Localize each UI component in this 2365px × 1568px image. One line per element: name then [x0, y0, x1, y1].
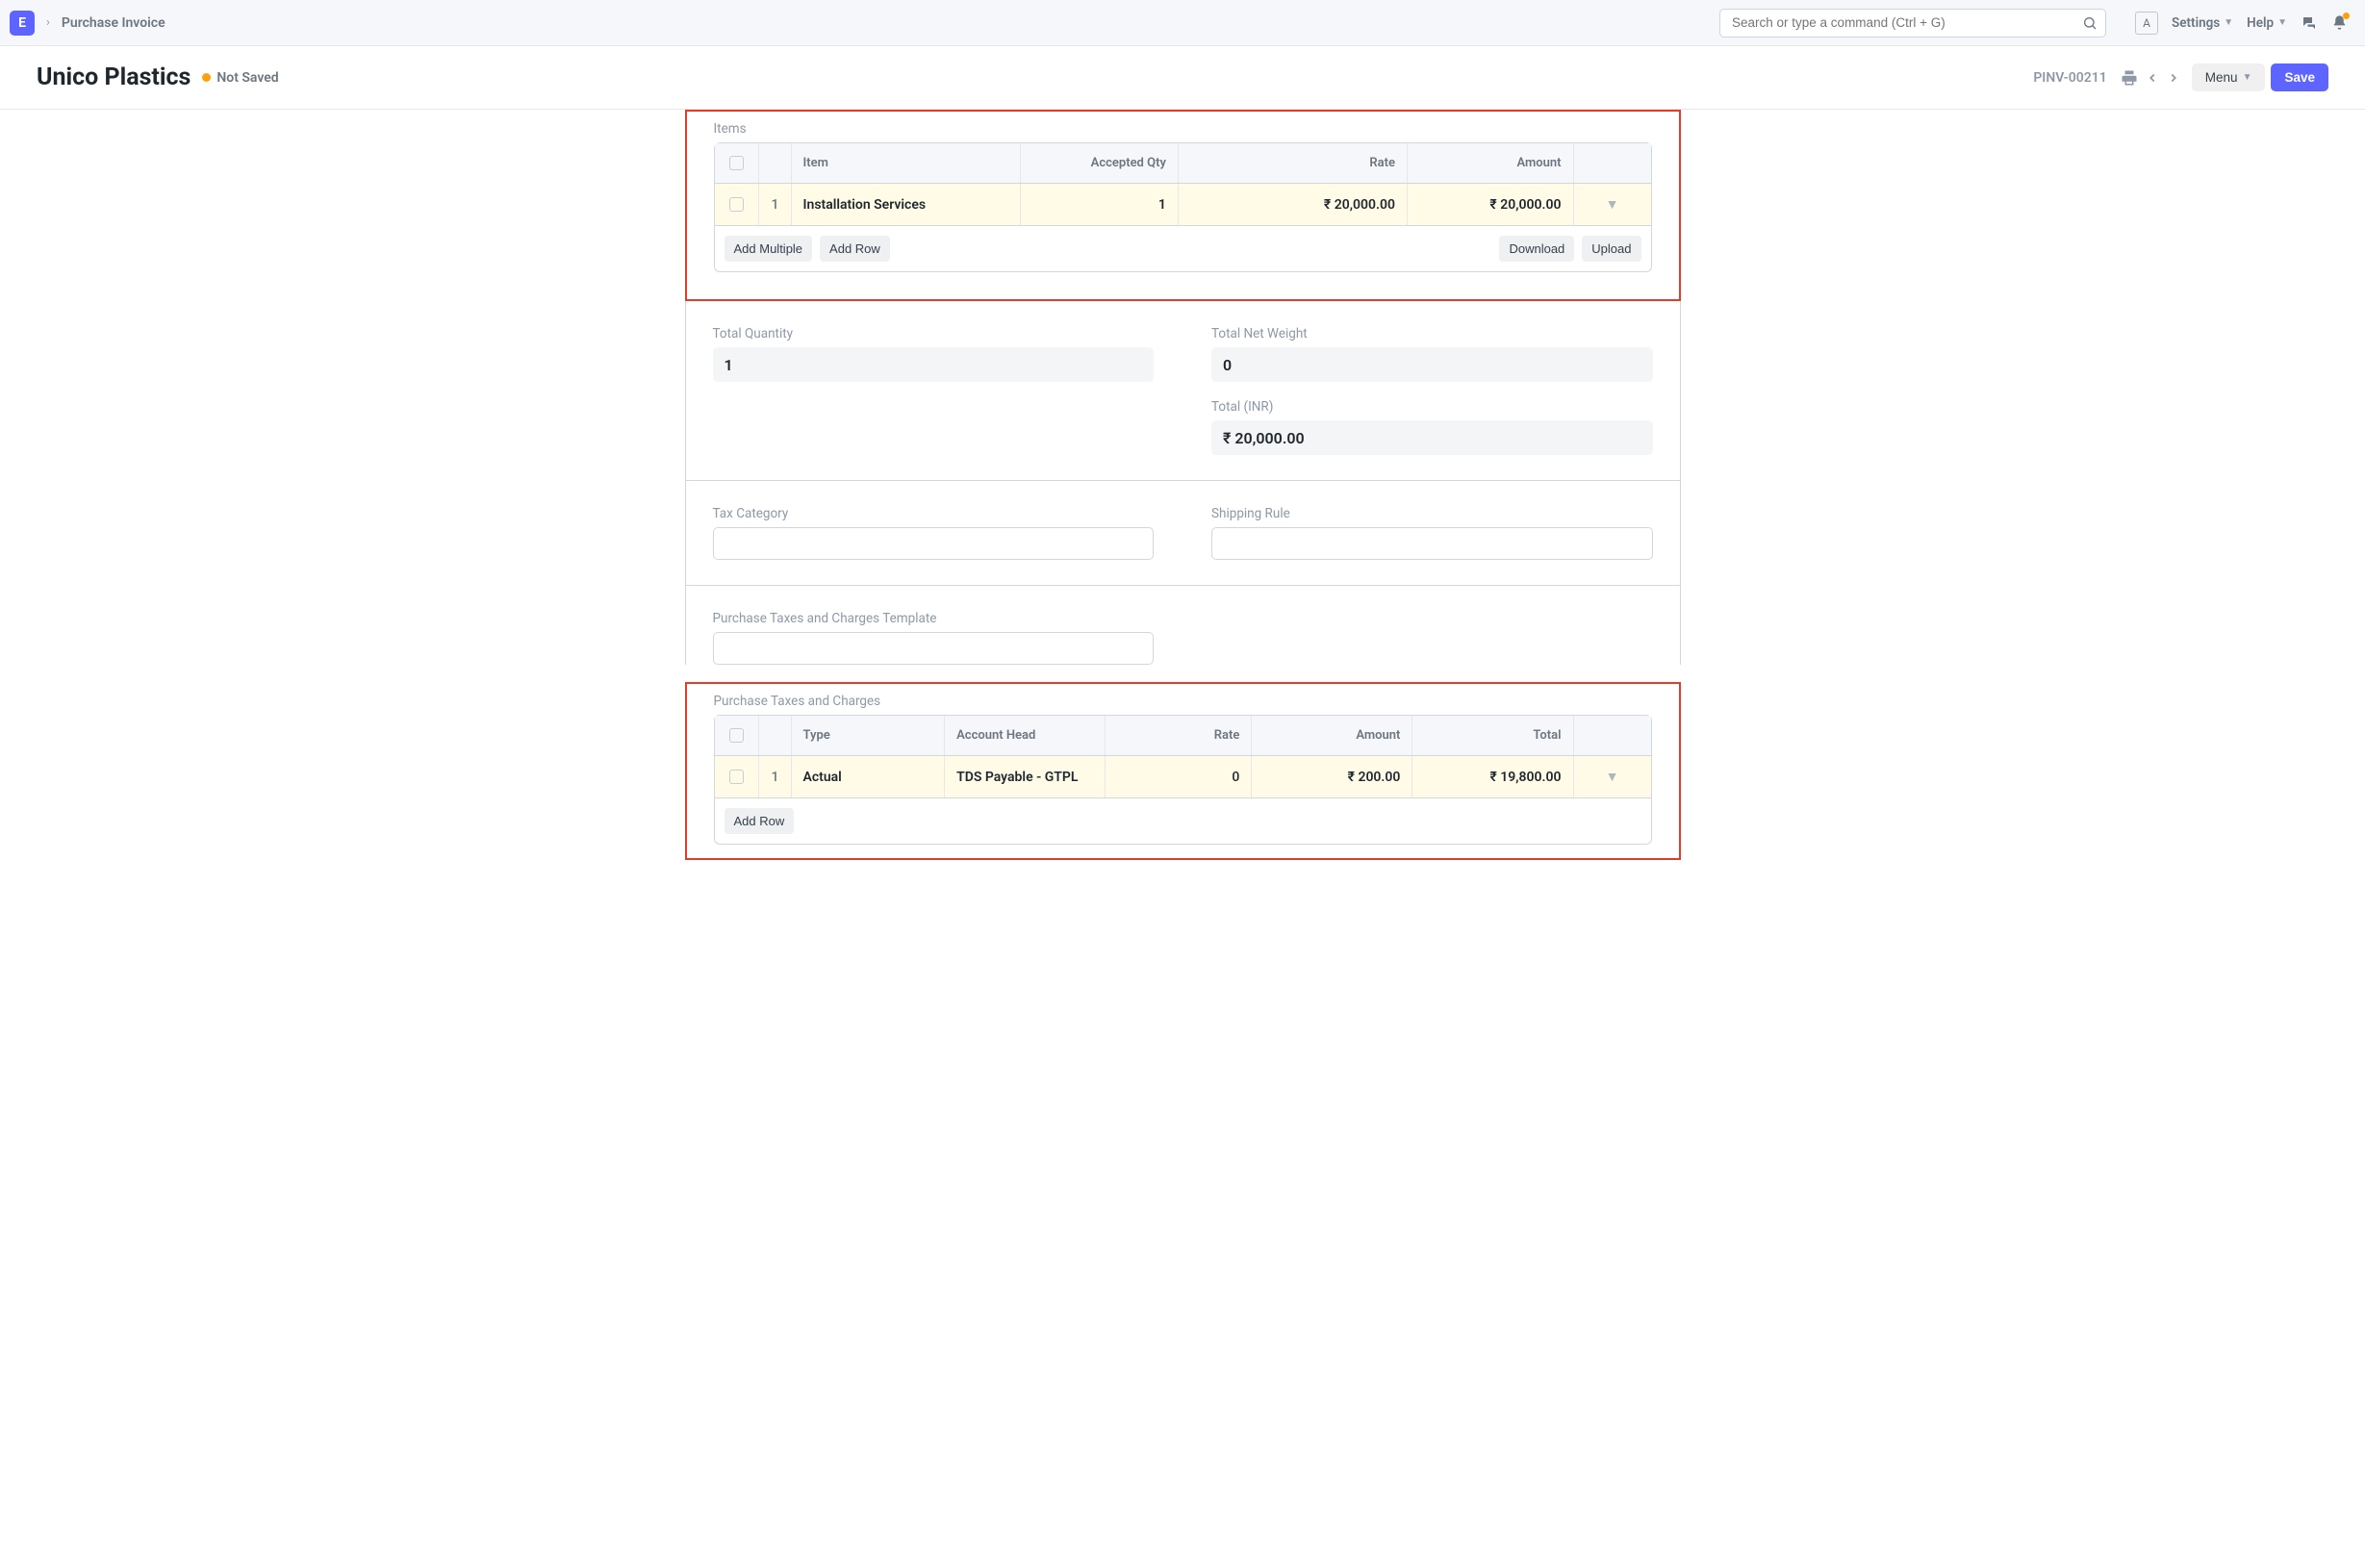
download-button[interactable]: Download [1499, 236, 1574, 262]
taxes-grid-actions: Add Row [715, 798, 1651, 844]
chat-icon[interactable] [2301, 14, 2318, 32]
row-index: 1 [759, 184, 792, 225]
net-weight-label: Total Net Weight [1211, 326, 1653, 341]
tax-total-header: Total [1412, 716, 1573, 755]
items-section-highlight: Items Item Accepted Qty Rate Amount 1 In… [685, 110, 1681, 301]
total-inr-label: Total (INR) [1211, 399, 1653, 415]
row-actions-header [1574, 716, 1651, 755]
caret-down-icon: ▼ [2243, 72, 2252, 83]
add-row-button[interactable]: Add Row [725, 808, 795, 834]
taxes-template-input[interactable] [713, 632, 1155, 665]
row-actions-header [1574, 143, 1651, 183]
net-weight-value: 0 [1211, 347, 1653, 382]
taxes-table: Type Account Head Rate Amount Total 1 Ac… [714, 715, 1652, 845]
caret-down-icon: ▼ [2277, 17, 2287, 28]
rate-cell[interactable]: ₹ 20,000.00 [1179, 184, 1408, 225]
index-header [759, 143, 792, 183]
upload-button[interactable]: Upload [1582, 236, 1640, 262]
taxes-section-highlight: Purchase Taxes and Charges Type Account … [685, 682, 1681, 860]
amount-cell[interactable]: ₹ 20,000.00 [1408, 184, 1574, 225]
rate-header: Rate [1179, 143, 1408, 183]
page-header: Unico Plastics Not Saved PINV-00211 Menu… [0, 46, 2365, 110]
chevron-right-icon: › [46, 15, 50, 30]
page-title: Unico Plastics [37, 63, 191, 91]
document-id: PINV-00211 [2033, 70, 2106, 86]
avatar[interactable]: A [2135, 12, 2158, 35]
taxes-label: Purchase Taxes and Charges [714, 694, 1652, 709]
add-multiple-button[interactable]: Add Multiple [725, 236, 813, 262]
next-doc-icon[interactable] [2167, 71, 2180, 85]
tax-category-input[interactable] [713, 527, 1155, 560]
qty-header: Accepted Qty [1021, 143, 1179, 183]
settings-menu[interactable]: Settings ▼ [2172, 15, 2233, 31]
tax-shipping-section: Tax Category Shipping Rule [685, 481, 1681, 586]
search-icon [2082, 15, 2098, 31]
notification-badge [2343, 13, 2350, 19]
item-header: Item [792, 143, 1021, 183]
totals-section: Total Quantity 1 Total Net Weight 0 Tota… [685, 301, 1681, 481]
help-label: Help [2247, 15, 2274, 31]
select-all-checkbox[interactable] [729, 728, 744, 743]
save-button[interactable]: Save [2271, 63, 2328, 91]
row-index: 1 [759, 756, 792, 797]
row-expand-icon[interactable]: ▼ [1574, 184, 1651, 225]
settings-label: Settings [2172, 15, 2220, 31]
items-row[interactable]: 1 Installation Services 1 ₹ 20,000.00 ₹ … [715, 184, 1651, 226]
app-logo[interactable]: E [10, 11, 35, 36]
print-icon[interactable] [2121, 69, 2138, 87]
tax-category-label: Tax Category [713, 506, 1155, 521]
taxes-template-section: Purchase Taxes and Charges Template [685, 586, 1681, 665]
shipping-rule-input[interactable] [1211, 527, 1653, 560]
item-cell[interactable]: Installation Services [792, 184, 1021, 225]
qty-cell[interactable]: 1 [1021, 184, 1179, 225]
tax-amount-header: Amount [1252, 716, 1412, 755]
caret-down-icon: ▼ [2224, 17, 2233, 28]
amount-header: Amount [1408, 143, 1574, 183]
taxes-template-label: Purchase Taxes and Charges Template [713, 611, 1155, 626]
total-qty-label: Total Quantity [713, 326, 1155, 341]
type-header: Type [792, 716, 946, 755]
unsaved-indicator-icon [202, 73, 211, 82]
search-input[interactable] [1732, 15, 2082, 30]
row-expand-icon[interactable]: ▼ [1574, 756, 1651, 797]
account-head-header: Account Head [945, 716, 1106, 755]
shipping-rule-label: Shipping Rule [1211, 506, 1653, 521]
unsaved-label: Not Saved [216, 70, 278, 86]
index-header [759, 716, 792, 755]
tax-rate-header: Rate [1106, 716, 1252, 755]
notifications-icon[interactable] [2331, 14, 2348, 31]
total-inr-value: ₹ 20,000.00 [1211, 420, 1653, 455]
tax-total-cell[interactable]: ₹ 19,800.00 [1412, 756, 1573, 797]
row-checkbox[interactable] [729, 770, 744, 784]
items-label: Items [714, 121, 1652, 137]
tax-rate-cell[interactable]: 0 [1106, 756, 1252, 797]
row-checkbox[interactable] [729, 197, 744, 212]
prev-doc-icon[interactable] [2146, 71, 2159, 85]
account-head-cell[interactable]: TDS Payable - GTPL [945, 756, 1106, 797]
items-grid-actions: Add Multiple Add Row Download Upload [715, 226, 1651, 271]
taxes-row[interactable]: 1 Actual TDS Payable - GTPL 0 ₹ 200.00 ₹… [715, 756, 1651, 798]
tax-amount-cell[interactable]: ₹ 200.00 [1252, 756, 1412, 797]
tax-type-cell[interactable]: Actual [792, 756, 946, 797]
select-all-checkbox[interactable] [729, 156, 744, 170]
add-row-button[interactable]: Add Row [820, 236, 890, 262]
help-menu[interactable]: Help ▼ [2247, 15, 2287, 31]
breadcrumb-purchase-invoice[interactable]: Purchase Invoice [62, 15, 165, 31]
menu-button-label: Menu [2205, 70, 2238, 85]
menu-button[interactable]: Menu ▼ [2192, 63, 2266, 91]
items-table: Item Accepted Qty Rate Amount 1 Installa… [714, 142, 1652, 272]
search-box[interactable] [1719, 9, 2106, 38]
total-qty-value: 1 [713, 347, 1155, 382]
topbar: E › Purchase Invoice A Settings ▼ Help ▼ [0, 0, 2365, 46]
